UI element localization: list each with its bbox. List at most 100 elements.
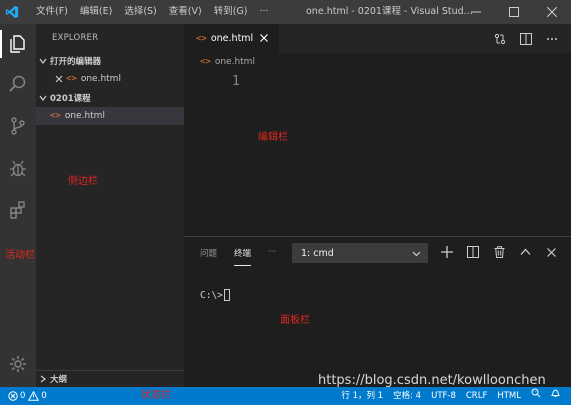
open-editor-filename: one.html (80, 74, 121, 84)
file-item-label: one.html (64, 111, 105, 121)
close-icon[interactable] (52, 75, 66, 83)
chevron-up-icon (520, 248, 530, 255)
annotation-panel: 面板栏 (280, 315, 310, 326)
chevron-down-icon (412, 249, 421, 261)
chevron-down-icon (36, 57, 50, 65)
vscode-logo-icon (0, 0, 24, 24)
tab-terminal[interactable]: 终端 (234, 247, 252, 266)
open-editor-item[interactable]: <> one.html (36, 70, 184, 88)
plus-icon (441, 246, 453, 258)
gear-icon (10, 356, 26, 372)
split-editor-button[interactable] (513, 24, 539, 53)
editor-area[interactable]: 1 (184, 70, 571, 236)
new-terminal-button[interactable] (434, 237, 460, 267)
panel: 问题 终端 ··· 1: cmd C:\> (184, 236, 571, 387)
debug-button[interactable] (0, 151, 36, 187)
menu-go[interactable]: 转到(G) (208, 0, 254, 24)
terminal-output[interactable]: C:\> (200, 289, 230, 301)
terminal-select-value: 1: cmd (301, 247, 334, 259)
breadcrumb-filename: one.html (214, 57, 255, 67)
close-panel-button[interactable] (538, 237, 564, 267)
git-compare-icon (494, 33, 506, 44)
more-actions-button[interactable] (539, 24, 565, 53)
source-control-button[interactable] (0, 108, 36, 144)
tab-problems[interactable]: 问题 (200, 247, 217, 259)
search-icon (9, 75, 26, 92)
activity-bar (0, 24, 36, 387)
tab-label: one.html (210, 33, 254, 44)
split-terminal-button[interactable] (460, 237, 486, 267)
html-file-icon: <> (200, 57, 211, 67)
panel-actions (434, 237, 564, 267)
menu-more[interactable]: ··· (253, 0, 274, 24)
maximize-button[interactable] (495, 0, 533, 24)
search-button[interactable] (0, 66, 36, 102)
status-right: 行 1，列 1 空格: 4 UTF-8 CRLF HTML (336, 387, 565, 405)
minimize-button[interactable] (457, 0, 495, 24)
annotation-activitybar: 活动栏 (5, 250, 35, 261)
encoding[interactable]: UTF-8 (426, 387, 461, 405)
trash-icon (494, 246, 504, 258)
title-bar: 文件(F) 编辑(E) 选择(S) 查看(V) 转到(G) ··· one.ht… (0, 0, 571, 24)
error-count: 0 (20, 391, 26, 401)
html-file-icon: <> (66, 74, 77, 84)
editor-tab-bar: <> one.html (184, 24, 571, 53)
annotation-sidebar: 侧边栏 (68, 176, 98, 187)
notifications-button[interactable] (546, 387, 565, 405)
sidebar: EXPLORER 打开的编辑器 <> one.html 0201课程 <> on… (36, 24, 184, 387)
close-icon (546, 247, 556, 257)
panel-more-tabs[interactable]: ··· (268, 247, 276, 257)
compare-changes-button[interactable] (487, 24, 513, 53)
maximize-panel-button[interactable] (512, 237, 538, 267)
folder-label: 0201课程 (50, 94, 91, 104)
error-icon (8, 391, 18, 401)
menu-edit[interactable]: 编辑(E) (74, 0, 118, 24)
editor-actions (487, 24, 565, 53)
source-control-icon (11, 117, 25, 135)
window-title: one.html - 0201课程 - Visual Stud... (306, 6, 473, 17)
menu-selection[interactable]: 选择(S) (118, 0, 162, 24)
extensions-icon (10, 201, 25, 219)
breadcrumb[interactable]: <> one.html (200, 54, 255, 70)
html-file-icon: <> (50, 111, 61, 121)
outline-label: 大纲 (50, 375, 68, 385)
watermark-url: https://blog.csdn.net/kowlloonchen (318, 373, 546, 388)
indentation[interactable]: 空格: 4 (388, 387, 426, 405)
explorer-title: EXPLORER (52, 33, 99, 43)
html-file-icon: <> (196, 33, 207, 44)
chevron-down-icon (36, 94, 50, 102)
terminal-cursor (223, 289, 230, 301)
folder-header[interactable]: 0201课程 (36, 89, 184, 107)
language-mode[interactable]: HTML (492, 387, 526, 405)
end-of-line[interactable]: CRLF (461, 387, 492, 405)
editor-tab[interactable]: <> one.html (184, 24, 279, 53)
annotation-editor: 编辑栏 (258, 132, 288, 143)
outline-section-header[interactable]: 大纲 (36, 370, 184, 387)
feedback-button[interactable] (526, 387, 546, 405)
close-window-button[interactable] (533, 0, 571, 24)
warning-count: 0 (41, 391, 47, 401)
close-tab-icon[interactable] (258, 32, 270, 44)
kill-terminal-button[interactable] (486, 237, 512, 267)
file-item[interactable]: <> one.html (36, 107, 184, 125)
terminal-select[interactable]: 1: cmd (292, 243, 428, 263)
status-problems[interactable]: 0 0 (0, 391, 47, 401)
menu-file[interactable]: 文件(F) (30, 0, 74, 24)
explorer-button[interactable] (0, 26, 36, 62)
open-editors-header[interactable]: 打开的编辑器 (36, 52, 184, 70)
extensions-button[interactable] (0, 192, 36, 228)
split-terminal-icon (467, 246, 479, 258)
line-number: 1 (232, 74, 240, 89)
menu-view[interactable]: 查看(V) (163, 0, 208, 24)
maximize-icon (509, 7, 519, 17)
settings-button[interactable] (0, 346, 36, 382)
annotation-statusbar: 状态栏 (141, 390, 171, 401)
cursor-position[interactable]: 行 1，列 1 (336, 387, 388, 405)
chevron-right-icon (36, 375, 50, 383)
minimize-icon (471, 11, 481, 13)
debug-icon (10, 160, 26, 177)
ellipsis-icon (547, 37, 557, 40)
window-controls (457, 0, 571, 24)
bell-icon (550, 389, 561, 397)
status-bar: 0 0 状态栏 行 1，列 1 空格: 4 UTF-8 CRLF HTML (0, 387, 571, 405)
